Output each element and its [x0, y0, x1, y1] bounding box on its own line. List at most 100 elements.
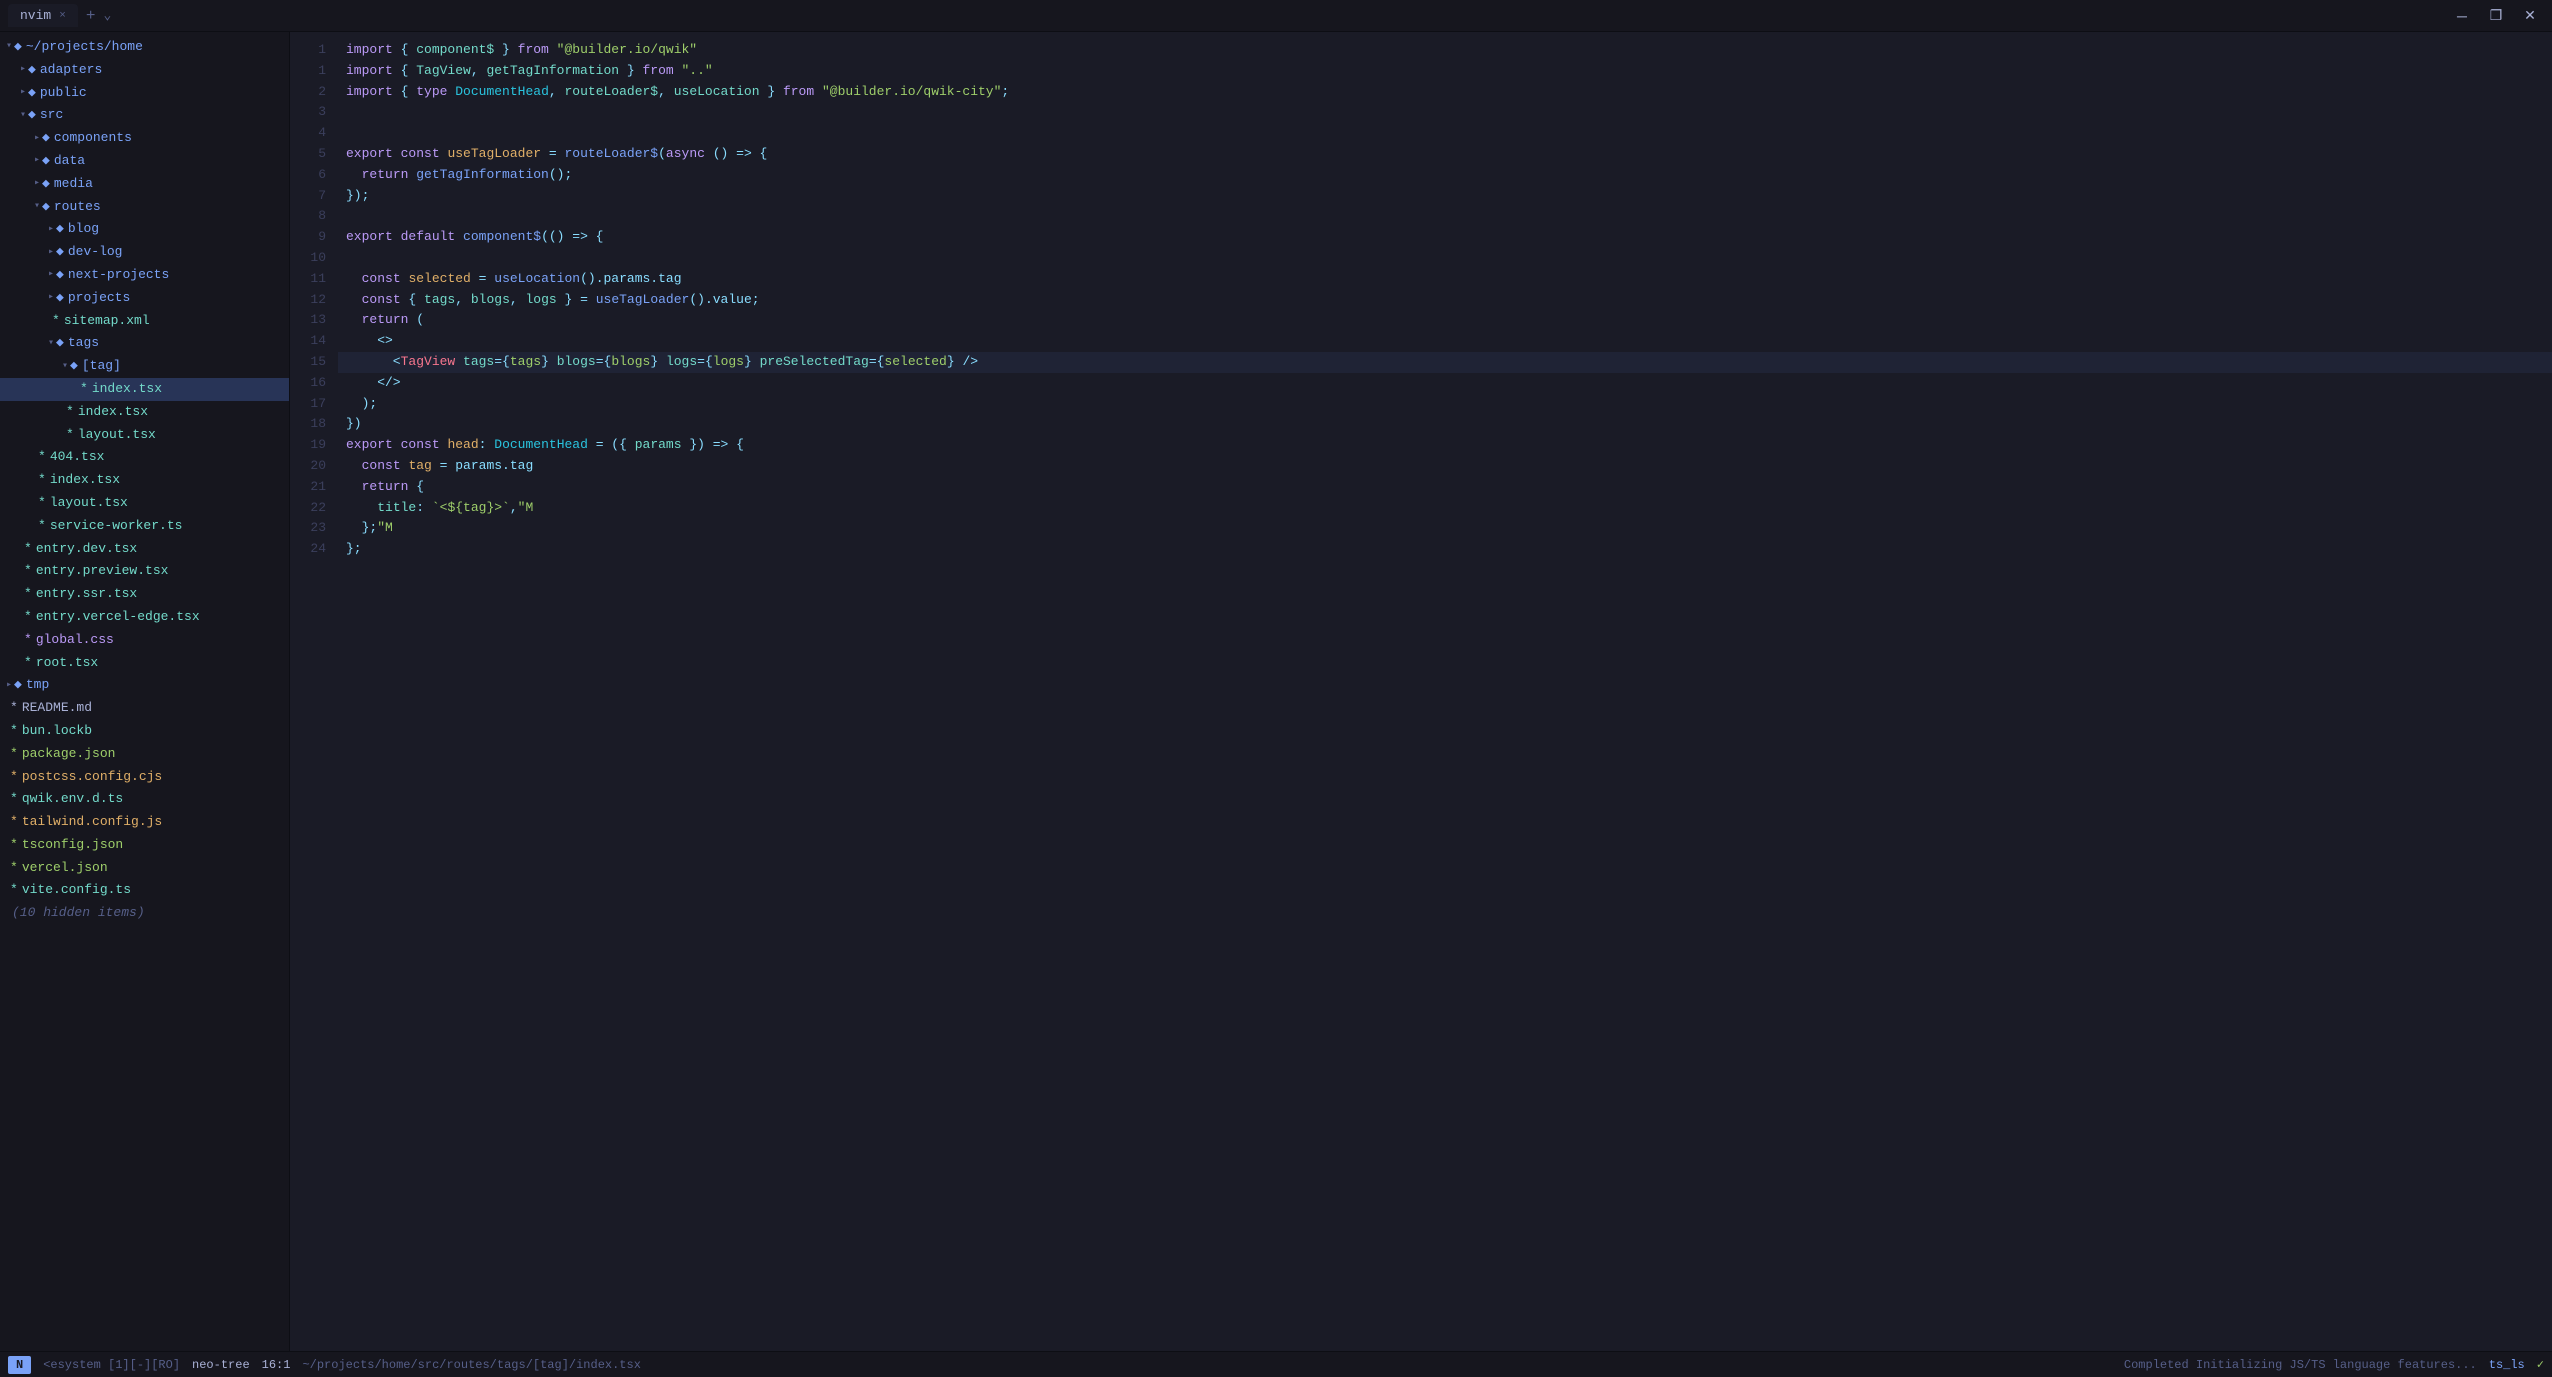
line-number: 18: [298, 414, 326, 435]
sidebar-item-projects[interactable]: ▸◆projects: [0, 287, 289, 310]
token: tags: [424, 292, 455, 307]
file-path: ~/projects/home/src/routes/tags/[tag]/in…: [302, 1358, 640, 1372]
sidebar-item-tsconfig[interactable]: *tsconfig.json: [0, 834, 289, 857]
chevron-right-icon: ▸: [20, 62, 26, 78]
folder-icon: ◆: [28, 83, 36, 104]
sidebar-item-tailwind[interactable]: *tailwind.config.js: [0, 811, 289, 834]
tab-close-button[interactable]: ×: [59, 10, 66, 22]
code-line: [338, 123, 2552, 144]
sidebar-item-tags-layout[interactable]: *layout.tsx: [0, 424, 289, 447]
minimize-button[interactable]: ─: [2448, 2, 2476, 30]
sidebar-item-f404[interactable]: *404.tsx: [0, 446, 289, 469]
sidebar-item-src[interactable]: ▾◆src: [0, 104, 289, 127]
file-icon: *: [38, 516, 46, 537]
cursor-position: 16:1: [262, 1358, 291, 1372]
close-window-button[interactable]: ✕: [2516, 2, 2544, 30]
token: ,: [658, 84, 674, 99]
sidebar-item-entry-prev[interactable]: *entry.preview.tsx: [0, 560, 289, 583]
token: const: [401, 146, 440, 161]
tree-item-label: next-projects: [68, 265, 169, 286]
token: return: [362, 312, 409, 327]
token: ,: [510, 292, 526, 307]
sidebar-item-hidden[interactable]: (10 hidden items): [0, 902, 289, 925]
code-line: return (: [338, 310, 2552, 331]
token: "..": [682, 63, 713, 78]
sidebar-item-media[interactable]: ▸◆media: [0, 173, 289, 196]
window-controls: ─ ❐ ✕: [2448, 2, 2544, 30]
sidebar-item-next-projects[interactable]: ▸◆next-projects: [0, 264, 289, 287]
token: ={: [596, 354, 612, 369]
tree-item-label: src: [40, 105, 63, 126]
new-tab-button[interactable]: +: [86, 7, 96, 25]
sidebar-item-readme[interactable]: *README.md: [0, 697, 289, 720]
tree-item-label: projects: [68, 288, 130, 309]
tree-item-label: entry.ssr.tsx: [36, 584, 137, 605]
sidebar-item-root[interactable]: ▾◆~/projects/home: [0, 36, 289, 59]
sidebar-item-root-tsx[interactable]: *root.tsx: [0, 652, 289, 675]
tree-item-label: (10 hidden items): [12, 903, 145, 924]
folder-icon: ◆: [56, 265, 64, 286]
chevron-down-icon: ▾: [20, 108, 26, 124]
token: type: [416, 84, 447, 99]
token: :: [416, 500, 432, 515]
code-line: const { tags, blogs, logs } = useTagLoad…: [338, 290, 2552, 311]
tree-item-label: blog: [68, 219, 99, 240]
editor-tab[interactable]: nvim ×: [8, 4, 78, 27]
sidebar-item-public[interactable]: ▸◆public: [0, 82, 289, 105]
token: (: [658, 146, 666, 161]
restore-button[interactable]: ❐: [2482, 2, 2510, 30]
folder-icon: ◆: [56, 242, 64, 263]
sidebar-item-dev-log[interactable]: ▸◆dev-log: [0, 241, 289, 264]
token: blogs: [557, 354, 596, 369]
sidebar-item-entry-dev[interactable]: *entry.dev.tsx: [0, 538, 289, 561]
sidebar-item-routes[interactable]: ▾◆routes: [0, 196, 289, 219]
token: (: [408, 312, 424, 327]
sidebar-item-tag-index[interactable]: *index.tsx: [0, 378, 289, 401]
folder-icon: ◆: [14, 675, 22, 696]
code-editor[interactable]: 1123456789101112131415161718192021222324…: [290, 32, 2552, 1351]
sidebar-item-global-css[interactable]: *global.css: [0, 629, 289, 652]
sidebar-item-postcss[interactable]: *postcss.config.cjs: [0, 766, 289, 789]
token: } =: [557, 292, 596, 307]
sidebar-item-tags-index[interactable]: *index.tsx: [0, 401, 289, 424]
sidebar-item-components[interactable]: ▸◆components: [0, 127, 289, 150]
token: "@builder.io/qwik-city": [822, 84, 1001, 99]
tree-item-label: entry.dev.tsx: [36, 539, 137, 560]
token: from: [518, 42, 549, 57]
folder-icon: ◆: [42, 174, 50, 195]
sidebar-item-entry-ssr[interactable]: *entry.ssr.tsx: [0, 583, 289, 606]
tree-item-label: dev-log: [68, 242, 123, 263]
token: ,: [471, 63, 487, 78]
chevron-right-icon: ▸: [20, 85, 26, 101]
tree-item-label: adapters: [40, 60, 102, 81]
sidebar-item-vercel[interactable]: *vercel.json: [0, 857, 289, 880]
sidebar-item-entry-verc[interactable]: *entry.vercel-edge.tsx: [0, 606, 289, 629]
sidebar-item-tag-dir[interactable]: ▾◆[tag]: [0, 355, 289, 378]
sidebar-item-tmp[interactable]: ▸◆tmp: [0, 674, 289, 697]
code-line: [338, 248, 2552, 269]
sidebar-item-src-layout[interactable]: *layout.tsx: [0, 492, 289, 515]
sidebar-item-adapters[interactable]: ▸◆adapters: [0, 59, 289, 82]
sidebar-item-src-index[interactable]: *index.tsx: [0, 469, 289, 492]
token: (() => {: [541, 229, 603, 244]
sidebar-item-tags-dir[interactable]: ▾◆tags: [0, 332, 289, 355]
code-line: };: [338, 539, 2552, 560]
sidebar-item-sitemap[interactable]: *sitemap.xml: [0, 310, 289, 333]
sidebar-item-bunlockb[interactable]: *bun.lockb: [0, 720, 289, 743]
token: [346, 271, 362, 286]
file-icon: *: [10, 744, 18, 765]
sidebar-item-data[interactable]: ▸◆data: [0, 150, 289, 173]
sidebar-item-svcwrkr[interactable]: *service-worker.ts: [0, 515, 289, 538]
token: }) => {: [682, 437, 744, 452]
token: };: [346, 541, 362, 556]
code-line: export const useTagLoader = routeLoader$…: [338, 144, 2552, 165]
tree-item-label: [tag]: [82, 356, 121, 377]
sidebar-item-blog[interactable]: ▸◆blog: [0, 218, 289, 241]
token: =: [541, 146, 564, 161]
session-info: <esystem [1][-][RO]: [43, 1358, 180, 1372]
sidebar-item-pkgjson[interactable]: *package.json: [0, 743, 289, 766]
sidebar-item-qwikenv[interactable]: *qwik.env.d.ts: [0, 788, 289, 811]
tab-chevron-icon[interactable]: ⌄: [103, 8, 111, 23]
sidebar-item-vite[interactable]: *vite.config.ts: [0, 879, 289, 902]
folder-icon: ◆: [70, 356, 78, 377]
